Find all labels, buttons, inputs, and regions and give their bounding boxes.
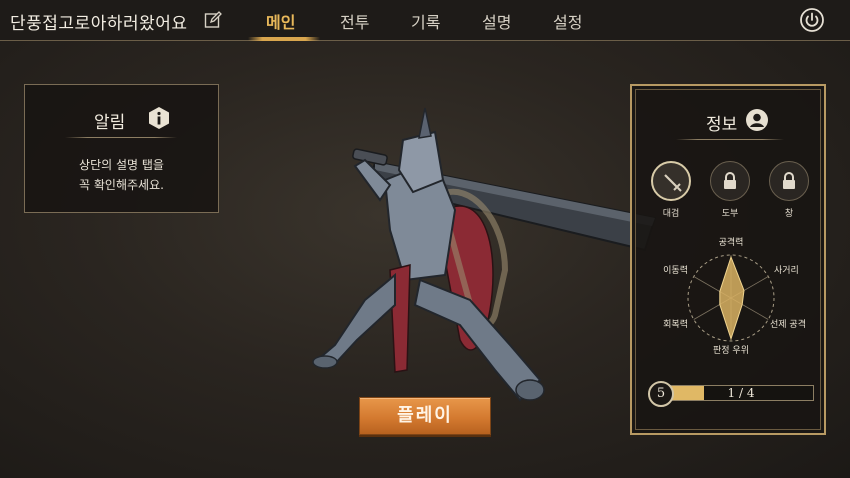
tab-settings[interactable]: 설정 — [553, 9, 582, 33]
knight-character-image — [312, 107, 657, 402]
lock-icon — [783, 172, 795, 189]
stats-radar-chart: 공격력 사거리 선제 공격 판정 우위 회복력 이동력 — [663, 236, 806, 356]
stat-label-first-strike: 선제 공격 — [770, 318, 806, 330]
weapon-label-spear: 창 — [784, 209, 794, 219]
stat-label-attack: 공격력 — [719, 236, 744, 248]
tab-main[interactable]: 메인 — [266, 9, 295, 33]
notice-title: 알림 — [94, 113, 126, 133]
notice-divider — [65, 137, 177, 138]
notice-message: 상단의 설명 탭을 꼭 확인해주세요. — [79, 158, 164, 192]
player-name: 단풍접고로아하러왔어요 — [10, 14, 188, 34]
exp-progress-text: 1 / 4 — [727, 386, 755, 400]
weapon-axe-button[interactable] — [710, 161, 750, 201]
info-icon — [149, 107, 169, 129]
greatsword-icon — [664, 174, 682, 192]
top-bar: 단풍접고로아하러왔어요 메인 전투 기록 설명 설정 — [0, 0, 850, 41]
play-button[interactable]: 플레이 — [359, 397, 491, 435]
weapon-label-axe: 도부 — [721, 209, 739, 219]
tab-description[interactable]: 설명 — [482, 9, 511, 33]
exp-progress-bar: 1 / 4 — [666, 385, 814, 401]
stat-label-recovery: 회복력 — [663, 318, 688, 330]
info-title: 정보 — [706, 115, 738, 135]
stat-label-range: 사거리 — [774, 265, 799, 276]
active-tab-indicator — [248, 37, 320, 41]
weapon-greatsword-button[interactable] — [651, 161, 691, 201]
tab-records[interactable]: 기록 — [411, 9, 440, 33]
info-panel: 정보 대검 도부 창 공격력 사거리 선제 공격 판정 우위 회복력 이동력 1… — [630, 84, 826, 435]
weapon-label-greatsword: 대검 — [662, 209, 680, 219]
notice-panel: 알림 상단의 설명 탭을 꼭 확인해주세요. — [24, 84, 219, 213]
info-divider — [676, 139, 784, 140]
edit-icon[interactable] — [204, 11, 222, 29]
radar-stat-shape — [719, 255, 745, 341]
lock-icon — [724, 172, 736, 189]
stat-label-movement: 이동력 — [663, 264, 688, 276]
level-badge: 5 — [648, 381, 674, 407]
tab-battle[interactable]: 전투 — [340, 9, 369, 33]
weapon-spear-button[interactable] — [769, 161, 809, 201]
profile-icon — [746, 109, 768, 131]
stat-label-judgment: 판정 우위 — [713, 345, 749, 356]
power-icon[interactable] — [799, 7, 825, 33]
